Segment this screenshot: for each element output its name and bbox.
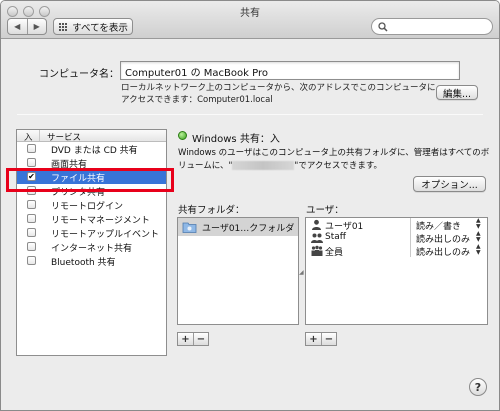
popup-arrows-icon: ▲ ▼ bbox=[476, 243, 481, 256]
help-button[interactable]: ? bbox=[469, 378, 487, 396]
search-icon bbox=[378, 22, 388, 32]
users-label: ユーザ： bbox=[306, 205, 344, 216]
show-all-label: すべてを表示 bbox=[72, 22, 128, 34]
service-label: Bluetooth 共有 bbox=[51, 258, 116, 268]
computer-name-label: コンピュータ名： bbox=[39, 69, 119, 80]
redacted-address bbox=[232, 161, 295, 170]
service-checkbox[interactable] bbox=[27, 242, 36, 251]
annotation-highlight-box bbox=[6, 168, 174, 192]
user-row[interactable]: ユーザ01 読み／書き ▲ ▼ bbox=[306, 217, 487, 232]
window-title: 共有 bbox=[240, 8, 260, 19]
user-row[interactable]: 全員 読み出しのみ ▲ ▼ bbox=[306, 243, 487, 259]
options-button[interactable]: オプション... bbox=[413, 176, 486, 192]
sharing-status-text: Windows 共有：入 bbox=[192, 134, 280, 145]
service-row[interactable]: リモートアップルイベント bbox=[17, 226, 166, 240]
service-row[interactable]: インターネット共有 bbox=[17, 240, 166, 254]
shared-folder-row[interactable]: ユーザ01…クフォルダ bbox=[178, 218, 298, 236]
service-row[interactable]: DVD または CD 共有 bbox=[17, 142, 166, 156]
split-resize-handle[interactable]: ◢ bbox=[299, 269, 304, 276]
shared-folders-list: ユーザ01…クフォルダ bbox=[177, 217, 299, 325]
permission-popup[interactable]: 読み出しのみ bbox=[416, 245, 470, 258]
remove-folder-button[interactable]: − bbox=[193, 333, 208, 345]
sharing-description: Windows のユーザはこのコンピュータ上の共有フォルダに、管理者はすべてのボ… bbox=[178, 147, 490, 173]
public-folder-icon bbox=[182, 222, 197, 233]
service-checkbox[interactable] bbox=[27, 158, 36, 167]
show-all-button[interactable]: すべてを表示 bbox=[53, 18, 133, 35]
grid-icon bbox=[58, 22, 68, 32]
service-checkbox[interactable] bbox=[27, 228, 36, 237]
popup-arrows-icon: ▲ ▼ bbox=[476, 230, 481, 243]
folder-add-remove-group: + − bbox=[177, 332, 209, 346]
popup-arrows-icon: ▲ ▼ bbox=[476, 217, 481, 230]
divider bbox=[17, 114, 483, 115]
user-row[interactable]: Staff 読み出しのみ ▲ ▼ bbox=[306, 230, 487, 245]
services-list: 入 サービス DVD または CD 共有 画面共有 ✔ ファイル共有 プリンタ共有 リモー… bbox=[16, 129, 167, 356]
computer-address-description: ローカルネットワーク上のコンピュータから、次のアドレスでこのコンピュータにアクセ… bbox=[121, 83, 436, 105]
service-checkbox[interactable] bbox=[27, 200, 36, 209]
edit-button[interactable]: 編集... bbox=[436, 85, 478, 100]
computer-name-input[interactable]: Computer01 の MacBook Pro bbox=[120, 61, 460, 80]
remove-user-button[interactable]: − bbox=[321, 333, 336, 345]
search-field[interactable] bbox=[371, 18, 493, 35]
user-name: Staff bbox=[325, 232, 346, 242]
service-label: リモートアップルイベント bbox=[51, 230, 160, 240]
service-label: インターネット共有 bbox=[51, 244, 133, 254]
service-label: リモートログイン bbox=[51, 202, 124, 212]
service-checkbox[interactable] bbox=[27, 256, 36, 265]
everyone-icon bbox=[311, 245, 323, 259]
shared-folder-name: ユーザ01…クフォルダ bbox=[202, 224, 295, 234]
add-folder-button[interactable]: + bbox=[178, 333, 193, 345]
service-row[interactable]: リモートログイン bbox=[17, 198, 166, 212]
services-header: 入 サービス bbox=[17, 130, 166, 143]
shared-folders-label: 共有フォルダ： bbox=[178, 205, 245, 216]
service-row[interactable]: Bluetooth 共有 bbox=[17, 254, 166, 268]
service-label: リモートマネージメント bbox=[51, 216, 150, 226]
user-name: 全員 bbox=[325, 248, 344, 258]
back-button[interactable]: ◀ bbox=[8, 19, 27, 34]
add-user-button[interactable]: + bbox=[306, 333, 321, 345]
service-checkbox[interactable] bbox=[27, 214, 36, 223]
nav-button-group: ◀ ▶ bbox=[7, 18, 47, 35]
sharing-description-end: "でアクセスできます。 bbox=[294, 161, 383, 171]
forward-button[interactable]: ▶ bbox=[26, 19, 47, 34]
status-on-indicator bbox=[178, 131, 187, 140]
title-bar: 共有 ◀ ▶ すべてを表示 bbox=[1, 1, 499, 39]
user-add-remove-group: + − bbox=[305, 332, 337, 346]
users-list: ユーザ01 読み／書き ▲ ▼ Staff 読み出しのみ ▲ ▼ 全員 読み出しのみ ▲ ▼ bbox=[305, 217, 488, 325]
sharing-window: 共有 ◀ ▶ すべてを表示 コンピュータ名： Computer01 の MacB… bbox=[0, 0, 500, 411]
service-label: DVD または CD 共有 bbox=[51, 146, 138, 156]
service-checkbox[interactable] bbox=[27, 144, 36, 153]
service-row[interactable]: リモートマネージメント bbox=[17, 212, 166, 226]
